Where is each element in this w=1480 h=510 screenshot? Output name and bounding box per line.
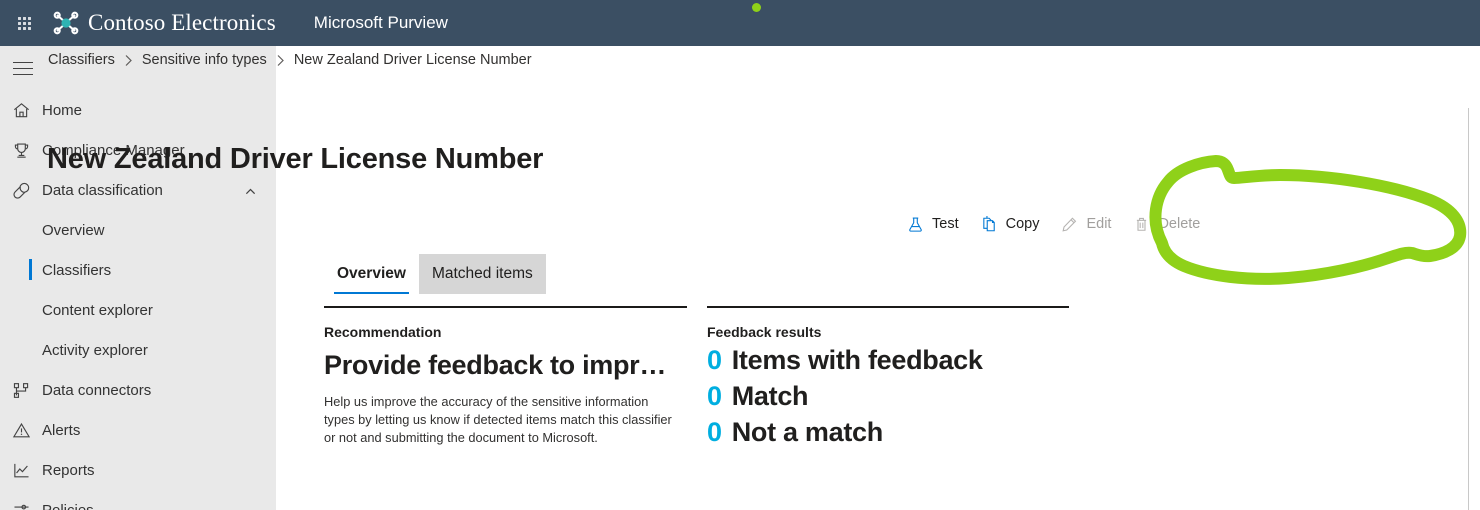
content-right-divider [1468, 108, 1469, 510]
contoso-logo-icon [51, 8, 81, 38]
sidebar-item-home[interactable]: Home [0, 90, 276, 130]
recommendation-card: Recommendation Provide feedback to impr…… [324, 306, 687, 447]
sidebar-item-activity-explorer[interactable]: Activity explorer [0, 330, 276, 370]
annotation-dot [752, 3, 761, 12]
breadcrumb-item-sensitive-info-types[interactable]: Sensitive info types [142, 52, 267, 68]
trash-icon [1132, 215, 1151, 234]
feedback-value: 0 [707, 416, 722, 447]
chevron-right-icon [276, 54, 285, 67]
home-icon [0, 101, 42, 120]
sidebar-item-label: Classifiers [42, 261, 112, 279]
sidebar-item-policies[interactable]: Policies [0, 490, 276, 510]
trophy-icon [0, 141, 42, 160]
delete-button: Delete [1126, 210, 1206, 238]
app-name[interactable]: Microsoft Purview [314, 13, 448, 33]
sidebar-item-label: Home [42, 101, 83, 119]
top-header-bar: Contoso Electronics Microsoft Purview [0, 0, 1480, 46]
feedback-row-items-with-feedback: 0 Items with feedback [707, 345, 1069, 376]
beaker-icon [906, 215, 925, 234]
tag-icon [0, 181, 42, 200]
brand-area[interactable]: Contoso Electronics [51, 8, 276, 38]
sidebar-item-classifiers[interactable]: Classifiers [0, 250, 276, 290]
feedback-label: Match [731, 380, 809, 411]
copy-icon [980, 215, 999, 234]
sidebar-item-label: Activity explorer [42, 341, 148, 359]
delete-button-label: Delete [1158, 216, 1201, 232]
left-sidebar: Home Compliance Manager Data classificat… [0, 46, 276, 510]
edit-button-label: Edit [1086, 216, 1112, 232]
breadcrumb: Classifiers Sensitive info types New Zea… [48, 52, 532, 68]
data-connectors-icon [0, 381, 42, 400]
sidebar-item-label: Data classification [42, 181, 163, 199]
feedback-row-match: 0 Match [707, 381, 1069, 412]
brand-name: Contoso Electronics [88, 10, 276, 35]
tab-overview-label: Overview [337, 265, 406, 282]
feedback-kicker: Feedback results [707, 323, 822, 340]
breadcrumb-item-current: New Zealand Driver License Number [293, 52, 532, 68]
sidebar-item-data-connectors[interactable]: Data connectors [0, 370, 276, 410]
command-bar: Test Copy Edit Delete [900, 210, 1215, 238]
tab-matched-items[interactable]: Matched items [418, 254, 546, 294]
feedback-label: Not a match [731, 416, 884, 447]
alert-triangle-icon [0, 421, 42, 440]
feedback-value: 0 [707, 344, 722, 375]
sidebar-item-label: Policies [42, 501, 94, 510]
feedback-label: Items with feedback [731, 344, 983, 375]
sidebar-item-overview[interactable]: Overview [0, 210, 276, 250]
line-chart-icon [0, 461, 42, 480]
copy-button[interactable]: Copy [974, 210, 1046, 238]
chevron-up-icon[interactable] [245, 185, 256, 196]
card-top-rule [324, 306, 687, 308]
app-launcher-icon[interactable] [0, 0, 48, 46]
pencil-icon [1060, 215, 1079, 234]
feedback-value: 0 [707, 380, 722, 411]
tab-matched-items-label: Matched items [431, 265, 533, 282]
breadcrumb-item-classifiers[interactable]: Classifiers [48, 52, 115, 68]
sliders-icon [0, 501, 42, 510]
edit-button: Edit [1054, 210, 1117, 238]
sidebar-item-label: Content explorer [42, 301, 153, 319]
sidebar-item-label: Alerts [42, 421, 81, 439]
sidebar-item-reports[interactable]: Reports [0, 450, 276, 490]
recommendation-body: Help us improve the accuracy of the sens… [324, 393, 672, 445]
page-title: New Zealand Driver License Number [47, 143, 544, 175]
recommendation-kicker: Recommendation [324, 323, 442, 340]
chevron-right-icon [124, 54, 133, 67]
tab-list: Overview Matched items [324, 254, 546, 294]
sidebar-item-label: Overview [42, 221, 105, 239]
sidebar-item-label: Data connectors [42, 381, 152, 399]
feedback-results-card: Feedback results 0 Items with feedback 0… [707, 306, 1069, 448]
sidebar-item-label: Reports [42, 461, 95, 479]
feedback-row-not-a-match: 0 Not a match [707, 417, 1069, 448]
card-top-rule [707, 306, 1069, 308]
tab-overview[interactable]: Overview [324, 254, 419, 294]
sidebar-item-alerts[interactable]: Alerts [0, 410, 276, 450]
recommendation-headline: Provide feedback to impr… [324, 349, 667, 380]
test-button-label: Test [932, 216, 959, 232]
test-button[interactable]: Test [900, 210, 965, 238]
sidebar-item-content-explorer[interactable]: Content explorer [0, 290, 276, 330]
copy-button-label: Copy [1005, 216, 1040, 232]
sidebar-item-data-classification[interactable]: Data classification [0, 170, 276, 210]
